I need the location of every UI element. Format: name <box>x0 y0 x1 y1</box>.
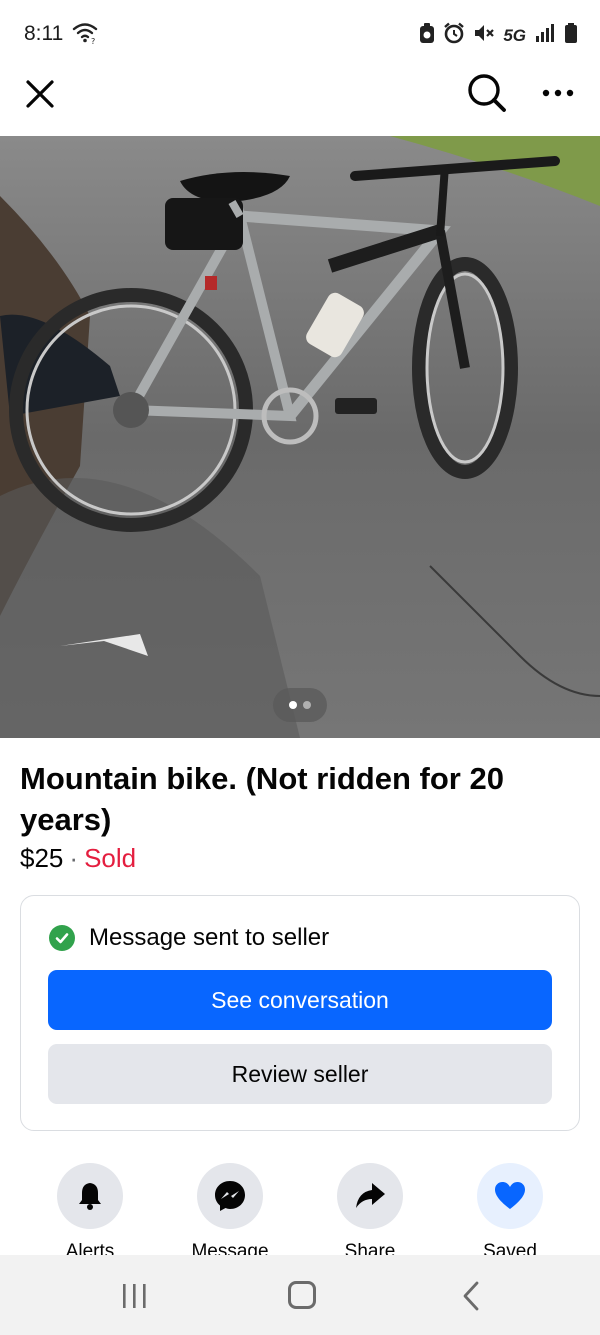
back-icon[interactable] <box>460 1281 482 1311</box>
network-type: 5G <box>503 25 526 45</box>
price-row: $25 · Sold <box>20 842 136 874</box>
top-nav <box>0 68 600 136</box>
messenger-icon[interactable] <box>197 1163 263 1229</box>
see-conversation-button[interactable]: See conversation <box>48 970 552 1030</box>
heart-icon[interactable] <box>477 1163 543 1229</box>
message-status-text: Message sent to seller <box>89 924 330 951</box>
listing-title: Mountain bike. (Not ridden for 20 years) <box>20 761 504 837</box>
status-icons: 5G <box>419 22 578 49</box>
bell-icon[interactable] <box>57 1163 123 1229</box>
photo-pager <box>273 688 327 722</box>
signal-icon <box>534 23 556 48</box>
status-time: 8:11 <box>24 22 64 45</box>
home-icon[interactable] <box>288 1281 316 1309</box>
alarm-icon <box>443 22 465 49</box>
review-seller-button[interactable]: Review seller <box>48 1044 552 1104</box>
status-bar: 8:11 ? 5G <box>0 0 600 68</box>
battery-icon <box>564 22 578 49</box>
close-icon[interactable] <box>22 76 58 112</box>
price-separator: · <box>69 843 79 873</box>
check-circle-icon <box>49 925 75 951</box>
pager-dot-active <box>289 701 297 709</box>
message-label: Message <box>191 1241 269 1255</box>
share-icon[interactable] <box>337 1163 403 1229</box>
share-action[interactable]: Share <box>315 1163 425 1255</box>
messenger-icon <box>419 22 435 49</box>
search-icon[interactable] <box>466 72 508 114</box>
system-nav-bar <box>0 1255 600 1335</box>
recents-icon[interactable] <box>120 1283 150 1309</box>
alerts-label: Alerts <box>65 1241 115 1255</box>
saved-action[interactable]: Saved <box>455 1163 565 1255</box>
action-row: Alerts Message Share Saved <box>0 1163 600 1255</box>
message-action[interactable]: Message <box>175 1163 285 1255</box>
svg-text:?: ? <box>91 37 95 44</box>
mute-icon <box>473 22 495 49</box>
message-card: Message sent to seller See conversation … <box>20 895 580 1131</box>
pager-dot <box>303 701 311 709</box>
share-label: Share <box>344 1241 396 1255</box>
listing-photo[interactable] <box>0 136 600 738</box>
message-status: Message sent to seller <box>49 924 329 952</box>
alerts-action[interactable]: Alerts <box>35 1163 145 1255</box>
saved-label: Saved <box>483 1241 537 1255</box>
listing-price: $25 <box>20 843 64 873</box>
more-icon[interactable] <box>540 78 576 108</box>
listing-status: Sold <box>84 843 137 873</box>
wifi-icon: ? <box>72 22 98 49</box>
